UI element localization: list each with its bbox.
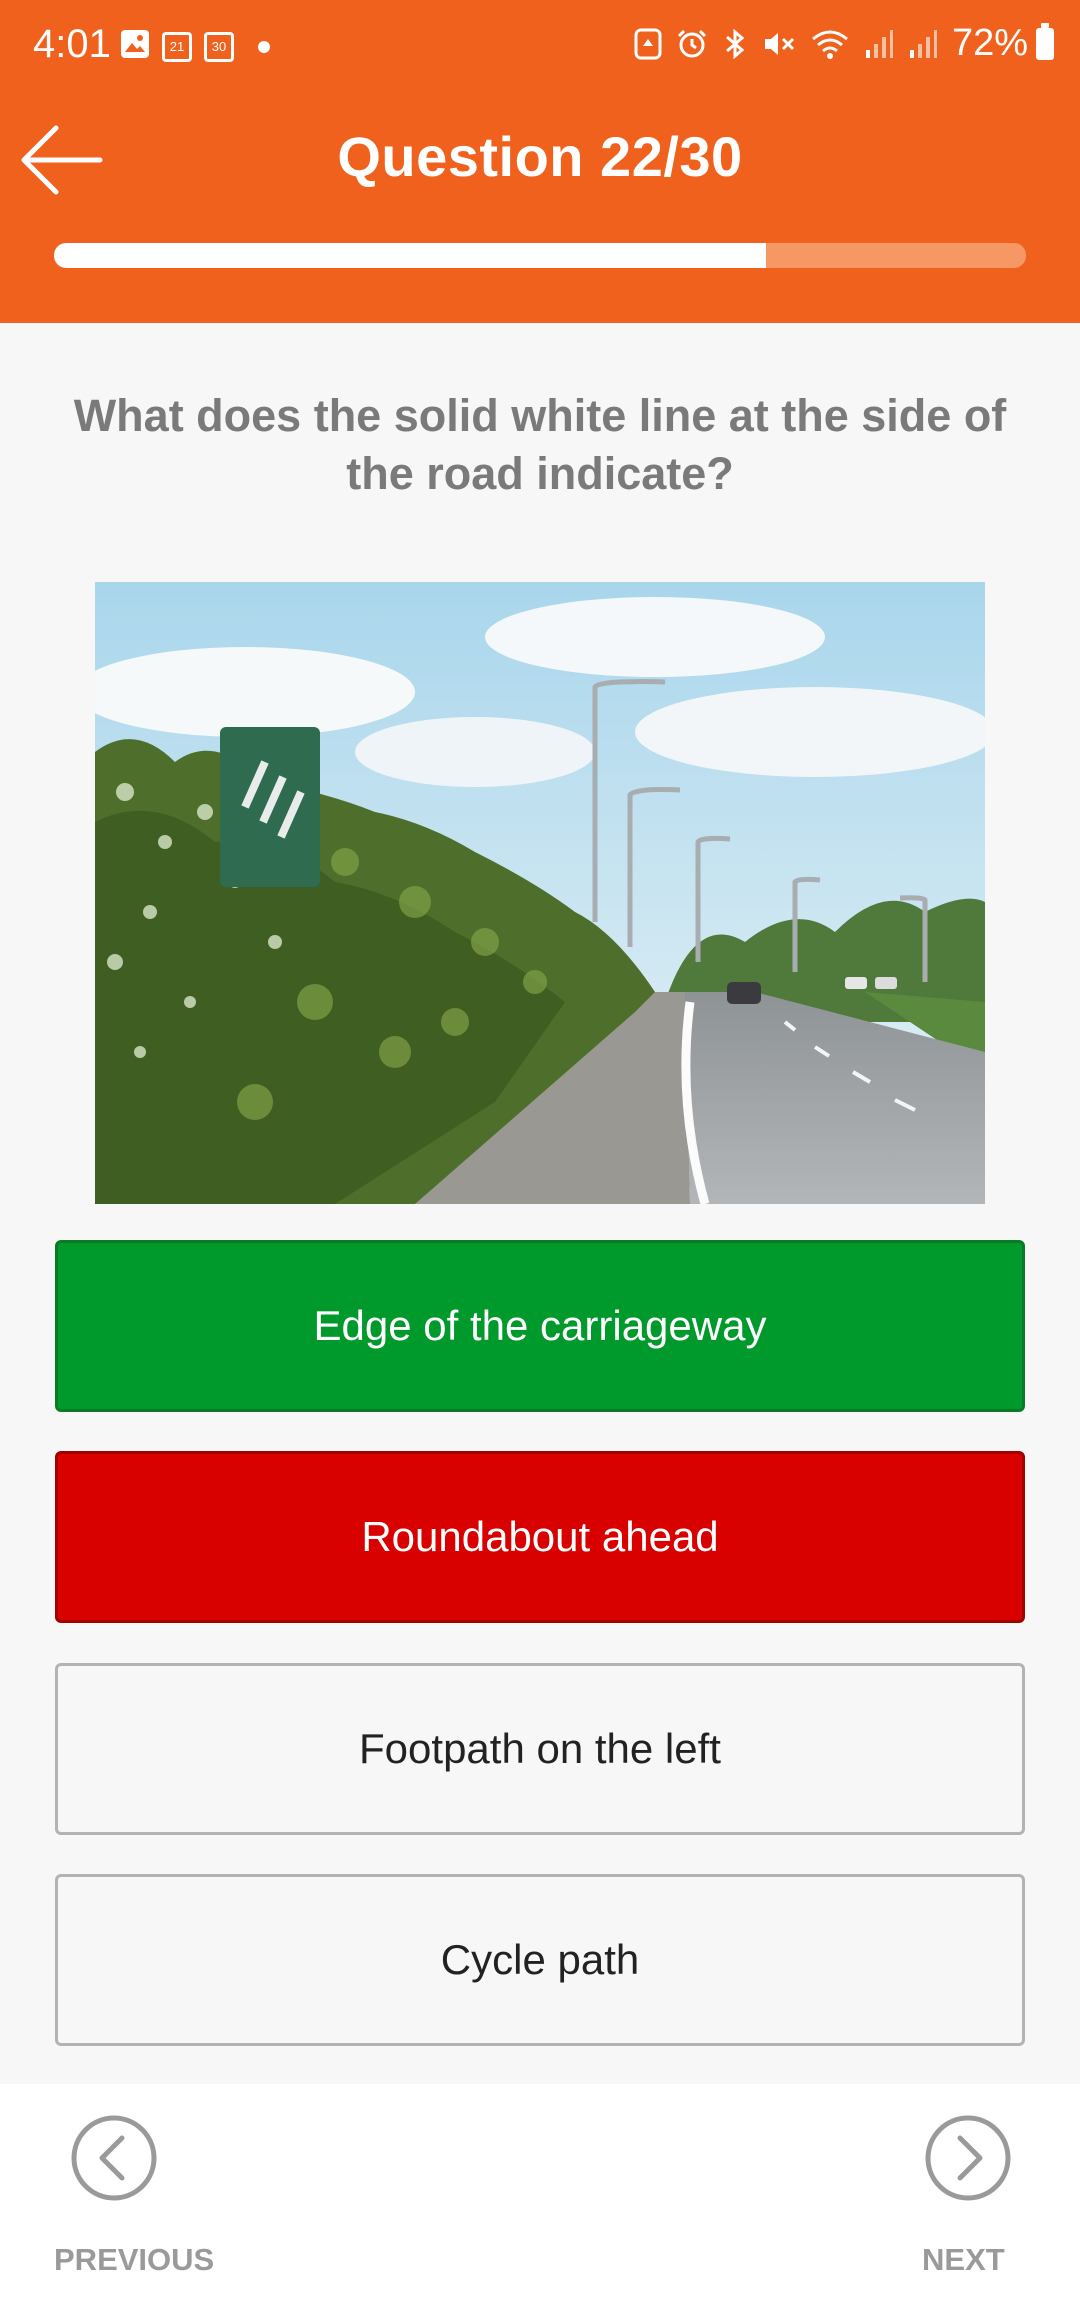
question-image bbox=[95, 582, 985, 1204]
status-bar: 4:01 21 30 72% bbox=[0, 0, 1080, 95]
chevron-left-circle-icon bbox=[71, 2115, 157, 2201]
next-label: NEXT bbox=[922, 2242, 1005, 2277]
battery-icon bbox=[1036, 22, 1054, 60]
bottom-navigation: PREVIOUS NEXT bbox=[0, 2084, 1080, 2316]
question-text: What does the solid white line at the si… bbox=[73, 390, 1007, 499]
calendar-icon: 21 bbox=[162, 32, 192, 62]
status-time: 4:01 bbox=[33, 22, 111, 66]
alarm-icon bbox=[677, 29, 706, 57]
mute-icon bbox=[764, 32, 794, 55]
progress-bar bbox=[54, 243, 1026, 268]
status-notification-icons: 21 30 bbox=[120, 26, 270, 68]
app-header: 4:01 21 30 72% Question 22/30 bbox=[0, 0, 1080, 323]
answer-option-2[interactable]: Roundabout ahead bbox=[55, 1451, 1025, 1623]
answer-label: Footpath on the left bbox=[359, 1725, 721, 1772]
answer-option-4[interactable]: Cycle path bbox=[55, 1874, 1025, 2046]
previous-button[interactable]: PREVIOUS bbox=[40, 2114, 240, 2277]
battery-percent: 72% bbox=[951, 22, 1028, 64]
calendar-icon-2: 30 bbox=[204, 32, 234, 62]
answer-label: Edge of the carriageway bbox=[313, 1302, 767, 1349]
previous-label: PREVIOUS bbox=[54, 2242, 215, 2277]
next-button[interactable]: NEXT bbox=[900, 2114, 1080, 2277]
progress-bar-fill bbox=[54, 243, 767, 268]
answer-option-1[interactable]: Edge of the carriageway bbox=[55, 1240, 1025, 1412]
bluetooth-icon bbox=[725, 28, 745, 59]
gallery-icon bbox=[120, 26, 150, 68]
page-title: Question 22/30 bbox=[337, 125, 743, 188]
recycle-icon bbox=[634, 28, 662, 59]
wifi-icon bbox=[811, 30, 848, 59]
answer-label: Roundabout ahead bbox=[361, 1513, 719, 1560]
signal-icon bbox=[865, 29, 893, 58]
answer-option-3[interactable]: Footpath on the left bbox=[55, 1663, 1025, 1835]
answer-label: Cycle path bbox=[440, 1936, 640, 1983]
status-system-icons: 72% bbox=[634, 22, 1054, 65]
more-notifications-dot-icon bbox=[258, 41, 270, 53]
chevron-right-circle-icon bbox=[925, 2115, 1011, 2201]
signal-icon-2 bbox=[909, 29, 937, 58]
